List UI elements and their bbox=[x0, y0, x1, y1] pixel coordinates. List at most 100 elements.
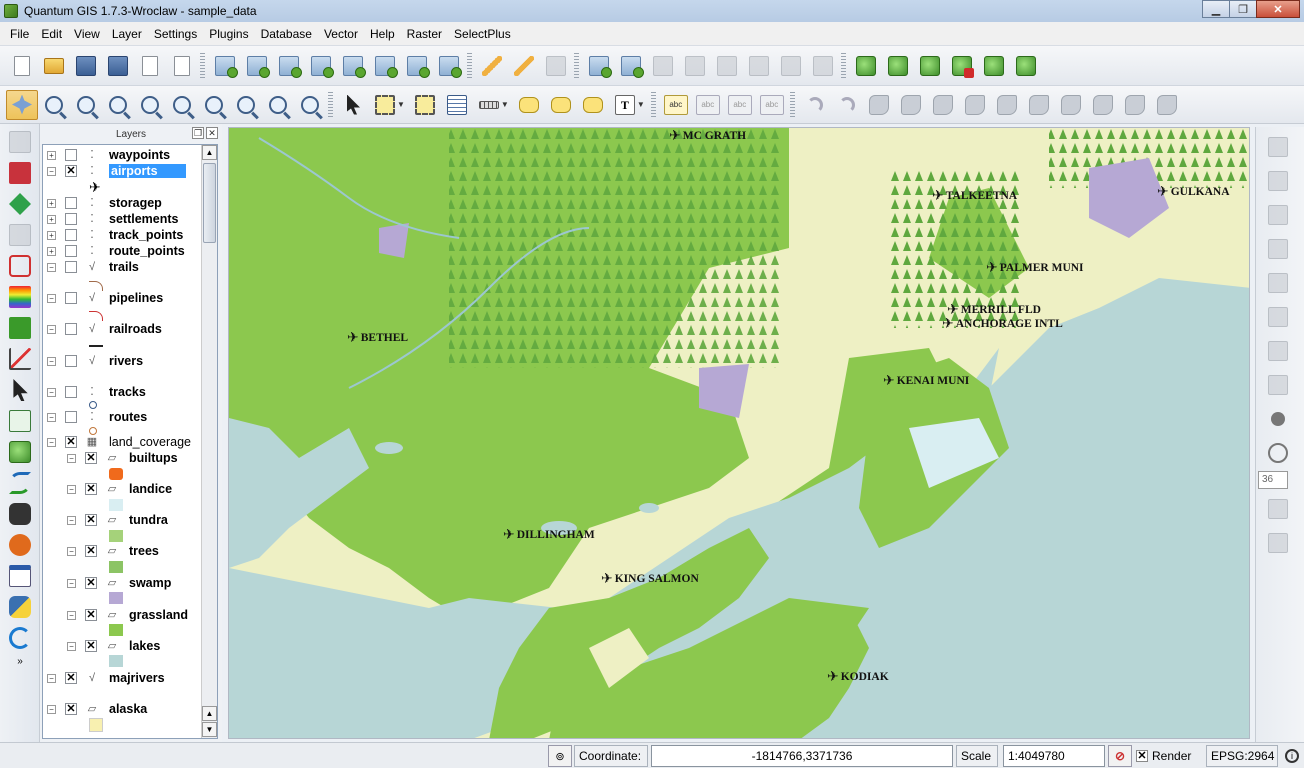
open-attribute-table-button[interactable] bbox=[441, 90, 473, 120]
delete-feature-button[interactable] bbox=[1264, 269, 1292, 297]
layer-item-majrivers[interactable]: − ✕ √ majrivers bbox=[47, 670, 207, 686]
globe-settings-button[interactable] bbox=[914, 51, 946, 81]
raster-calc-button[interactable] bbox=[6, 160, 34, 186]
gps-tools-button[interactable] bbox=[6, 222, 34, 248]
toolbar-grip[interactable] bbox=[574, 52, 579, 79]
cut-button[interactable] bbox=[1264, 303, 1292, 331]
collapse-toggle[interactable]: − bbox=[47, 262, 56, 272]
map-canvas[interactable]: ✈ MC GRATH ✈ TALKEETNA ✈ GULKANA ✈ PALMER MU… bbox=[228, 127, 1250, 739]
crs-status-button[interactable]: EPSG:2964 bbox=[1206, 745, 1278, 767]
menu-settings[interactable]: Settings bbox=[148, 25, 203, 43]
layer-visibility-checkbox[interactable] bbox=[65, 245, 77, 257]
toolbar-grip[interactable] bbox=[328, 91, 333, 118]
move-label-button[interactable]: abc bbox=[692, 90, 724, 120]
layer-visibility-checkbox[interactable]: ✕ bbox=[85, 609, 97, 621]
map-tips-button[interactable] bbox=[513, 90, 545, 120]
restore-button[interactable]: ❐ bbox=[1229, 0, 1257, 18]
layer-visibility-checkbox[interactable]: ✕ bbox=[85, 514, 97, 526]
layer-labeling-button[interactable]: abc bbox=[660, 90, 692, 120]
globe-info-button[interactable] bbox=[882, 51, 914, 81]
undo-button[interactable] bbox=[799, 90, 831, 120]
layer-item-tundra[interactable]: − ✕ ▱ tundra bbox=[67, 512, 217, 528]
rss-button[interactable] bbox=[6, 532, 34, 558]
layer-item-trees[interactable]: − ✕ ▱ trees bbox=[67, 543, 217, 559]
layer-visibility-checkbox[interactable]: ✕ bbox=[65, 703, 77, 715]
layer-item-track-points[interactable]: + ⁚ track_points bbox=[47, 227, 207, 243]
menu-selectplus[interactable]: SelectPlus bbox=[448, 25, 517, 43]
zoom-last-button[interactable] bbox=[230, 90, 262, 120]
current-edits-button[interactable] bbox=[476, 51, 508, 81]
add-feature-button[interactable] bbox=[1264, 201, 1292, 229]
measure-line-button[interactable] bbox=[473, 90, 505, 120]
add-ring-button[interactable] bbox=[895, 90, 927, 120]
menu-file[interactable]: File bbox=[4, 25, 35, 43]
merge-features-button[interactable] bbox=[1087, 90, 1119, 120]
menu-help[interactable]: Help bbox=[364, 25, 401, 43]
collapse-toggle[interactable]: − bbox=[47, 437, 56, 447]
delete-selected-button[interactable] bbox=[743, 51, 775, 81]
toggle-extents-button[interactable]: ⊚ bbox=[548, 745, 572, 767]
expand-toggle[interactable]: + bbox=[47, 214, 56, 224]
delete-ring-button[interactable] bbox=[959, 90, 991, 120]
toggle-editing-button[interactable] bbox=[508, 51, 540, 81]
paste-button[interactable] bbox=[1264, 371, 1292, 399]
capture-line-button[interactable] bbox=[615, 51, 647, 81]
deselect-features-button[interactable] bbox=[409, 90, 441, 120]
segments-spinbox[interactable]: 36 bbox=[1258, 471, 1288, 489]
simplify-feature-button[interactable] bbox=[1119, 90, 1151, 120]
add-postgis-layer-button[interactable] bbox=[273, 51, 305, 81]
offset-curve-button[interactable] bbox=[1151, 90, 1183, 120]
new-project-button[interactable] bbox=[6, 51, 38, 81]
add-part-button[interactable] bbox=[927, 90, 959, 120]
new-print-composer-button[interactable] bbox=[134, 51, 166, 81]
layer-item-alaska[interactable]: − ✕ ▱ alaska bbox=[47, 701, 207, 717]
scroll-down-arrow[interactable]: ▼ bbox=[202, 722, 217, 737]
layer-visibility-checkbox[interactable]: ✕ bbox=[85, 452, 97, 464]
collapse-toggle[interactable]: − bbox=[47, 673, 56, 683]
collapse-toggle[interactable]: − bbox=[47, 293, 56, 303]
layer-visibility-checkbox[interactable]: ✕ bbox=[85, 640, 97, 652]
save-layer-button[interactable] bbox=[1264, 167, 1292, 195]
render-toggle[interactable]: ✕ Render bbox=[1136, 745, 1202, 767]
circle-tool-button[interactable] bbox=[1264, 405, 1292, 433]
reshape-features-button[interactable] bbox=[1023, 90, 1055, 120]
layer-item-lakes[interactable]: − ✕ ▱ lakes bbox=[67, 638, 217, 654]
wave-button[interactable] bbox=[6, 470, 34, 496]
layer-item-rivers[interactable]: − √ rivers bbox=[47, 353, 207, 369]
collapse-toggle[interactable]: − bbox=[67, 453, 76, 463]
spreadsheet-button[interactable] bbox=[6, 408, 34, 434]
new-shapefile-button[interactable] bbox=[369, 51, 401, 81]
layer-item-railroads[interactable]: − √ railroads bbox=[47, 321, 207, 337]
menu-plugins[interactable]: Plugins bbox=[203, 25, 254, 43]
menu-vector[interactable]: Vector bbox=[318, 25, 364, 43]
layer-item-grassland[interactable]: − ✕ ▱ grassland bbox=[67, 607, 217, 623]
openlayers-button[interactable] bbox=[850, 51, 882, 81]
group-visibility-checkbox[interactable]: ✕ bbox=[65, 436, 77, 448]
layer-visibility-checkbox[interactable] bbox=[65, 261, 77, 273]
toolbar-grip[interactable] bbox=[200, 52, 205, 79]
collapse-toggle[interactable]: − bbox=[67, 484, 76, 494]
georeferencer-button[interactable] bbox=[6, 191, 34, 217]
collapse-toggle[interactable]: − bbox=[47, 166, 56, 176]
digitize-button[interactable] bbox=[1264, 235, 1292, 263]
layer-visibility-checkbox[interactable] bbox=[65, 197, 77, 209]
add-wms-layer-button[interactable] bbox=[337, 51, 369, 81]
layer-item-settlements[interactable]: + ⁚ settlements bbox=[47, 211, 207, 227]
layer-item-pipelines[interactable]: − √ pipelines bbox=[47, 290, 207, 306]
messages-button[interactable]: i bbox=[1282, 745, 1302, 767]
align-tool-button[interactable] bbox=[1264, 495, 1292, 523]
binoculars-button[interactable] bbox=[6, 501, 34, 527]
add-raster-layer-button[interactable] bbox=[241, 51, 273, 81]
layer-item-landice[interactable]: − ✕ ▱ landice bbox=[67, 481, 217, 497]
layer-item-swamp[interactable]: − ✕ ▱ swamp bbox=[67, 575, 217, 591]
split-features-button[interactable] bbox=[1055, 90, 1087, 120]
reload-button[interactable] bbox=[6, 625, 34, 651]
save-as-button[interactable] bbox=[102, 51, 134, 81]
pan-map-button[interactable] bbox=[6, 89, 38, 120]
heatmap-button[interactable] bbox=[6, 284, 34, 310]
identify-features-button[interactable] bbox=[337, 90, 369, 120]
toolbar-grip[interactable] bbox=[650, 91, 656, 118]
collapse-toggle[interactable]: − bbox=[67, 515, 76, 525]
layer-visibility-checkbox[interactable] bbox=[65, 386, 77, 398]
menu-database[interactable]: Database bbox=[255, 25, 318, 43]
